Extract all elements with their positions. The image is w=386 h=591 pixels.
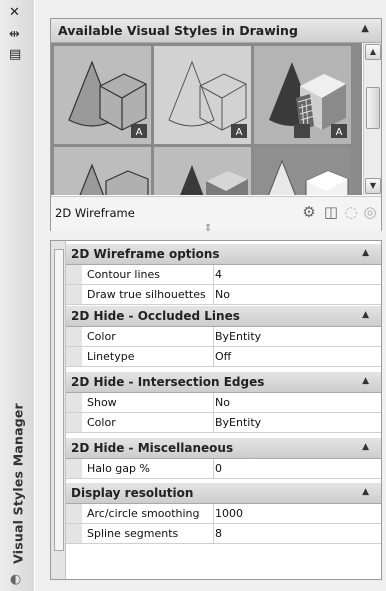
row-gutter	[66, 393, 82, 412]
property-label: Arc/circle smoothing	[83, 504, 214, 523]
row-gutter	[66, 459, 82, 478]
scroll-down-button[interactable]: ▼	[365, 178, 381, 194]
property-label: Draw true silhouettes	[83, 285, 214, 304]
property-value[interactable]: Off	[215, 347, 231, 366]
palette-title-bar: ✕ ⇹ ▤ Visual Styles Manager ◐	[0, 0, 35, 591]
property-label: Linetype	[83, 347, 214, 366]
splitter-handle-icon[interactable]: ⇕	[204, 223, 212, 234]
section-title: 2D Hide - Occluded Lines	[71, 309, 240, 323]
style-thumbnail-realistic[interactable]	[154, 147, 251, 195]
row-gutter	[66, 347, 82, 366]
section-2d-hide-intersection-edges[interactable]: 2D Hide - Intersection Edges ▲	[66, 372, 381, 393]
thumbnail-badge: A	[136, 127, 143, 138]
create-style-icon[interactable]: ⚙	[300, 203, 318, 221]
property-label: Halo gap %	[83, 459, 214, 478]
available-styles-panel: Available Visual Styles in Drawing ▲ A A…	[50, 18, 382, 231]
thumbnail-badge: A	[236, 127, 243, 138]
property-value[interactable]: 0	[215, 459, 222, 478]
thumbnails-scrollbar[interactable]: ▲ ▼	[363, 43, 381, 195]
properties-scrollbar[interactable]	[54, 249, 64, 551]
row-gutter	[66, 285, 82, 304]
property-row[interactable]: Show No	[66, 393, 381, 413]
available-styles-title: Available Visual Styles in Drawing	[58, 23, 298, 38]
collapse-icon[interactable]: ▲	[362, 376, 369, 386]
style-thumbnail-2d-wireframe[interactable]: A	[54, 46, 151, 144]
property-row[interactable]: Color ByEntity	[66, 413, 381, 433]
section-title: Display resolution	[71, 486, 194, 500]
property-row[interactable]: Linetype Off	[66, 347, 381, 367]
property-row[interactable]: Color ByEntity	[66, 327, 381, 347]
section-2d-wireframe-options[interactable]: 2D Wireframe options ▲	[66, 244, 381, 265]
style-thumbnail-shaded[interactable]: A	[254, 46, 351, 144]
property-label: Color	[83, 327, 214, 346]
collapse-icon[interactable]: ▲	[362, 442, 369, 452]
property-value[interactable]: ByEntity	[215, 327, 261, 346]
style-thumbnail-hidden[interactable]	[54, 147, 151, 195]
scroll-thumb[interactable]	[366, 87, 380, 129]
thumbnail-badge: A	[336, 127, 343, 138]
row-gutter	[66, 327, 82, 346]
section-2d-hide-miscellaneous[interactable]: 2D Hide - Miscellaneous ▲	[66, 438, 381, 459]
property-value[interactable]: 4	[215, 265, 222, 284]
style-thumbnail-conceptual[interactable]	[254, 147, 351, 195]
section-display-resolution[interactable]: Display resolution ▲	[66, 483, 381, 504]
palette-title: Visual Styles Manager	[10, 403, 26, 564]
apply-style-icon[interactable]: ◫	[322, 203, 340, 221]
row-gutter	[66, 265, 82, 284]
property-value[interactable]: No	[215, 285, 230, 304]
section-title: 2D Wireframe options	[71, 247, 220, 261]
style-properties-panel: 2D Wireframe options ▲ Contour lines 4 D…	[50, 240, 382, 580]
row-gutter	[66, 524, 82, 543]
collapse-icon[interactable]: ▲	[362, 487, 369, 497]
row-gutter	[66, 413, 82, 432]
collapse-icon[interactable]: ▲	[362, 248, 369, 258]
export-style-icon[interactable]: ◌	[342, 203, 360, 221]
collapse-icon[interactable]: ▲	[361, 23, 369, 34]
palette-options-icon[interactable]: ◐	[10, 572, 21, 587]
property-value[interactable]: 8	[215, 524, 222, 543]
section-title: 2D Hide - Miscellaneous	[71, 441, 234, 455]
current-style-name: 2D Wireframe	[55, 206, 135, 220]
property-value[interactable]: ByEntity	[215, 413, 261, 432]
current-style-bar: 2D Wireframe ⚙ ◫ ◌ ◎	[51, 196, 381, 231]
property-label: Spline segments	[83, 524, 214, 543]
palette-content: Available Visual Styles in Drawing ▲ A A…	[34, 0, 386, 591]
property-label: Color	[83, 413, 214, 432]
delete-style-icon[interactable]: ◎	[361, 203, 379, 221]
property-row[interactable]: Spline segments 8	[66, 524, 381, 544]
property-label: Contour lines	[83, 265, 214, 284]
auto-hide-icon[interactable]: ⇹	[9, 28, 20, 42]
properties-icon[interactable]: ▤	[9, 48, 21, 62]
property-label: Show	[83, 393, 214, 412]
property-row[interactable]: Contour lines 4	[66, 265, 381, 285]
property-row[interactable]: Halo gap % 0	[66, 459, 381, 479]
row-gutter	[66, 504, 82, 523]
property-value[interactable]: 1000	[215, 504, 243, 523]
property-value[interactable]: No	[215, 393, 230, 412]
property-row[interactable]: Draw true silhouettes No	[66, 285, 381, 305]
available-styles-header[interactable]: Available Visual Styles in Drawing ▲	[51, 19, 381, 43]
close-icon[interactable]: ✕	[9, 6, 20, 20]
style-thumbnails-grid: A A A	[51, 43, 362, 195]
collapse-icon[interactable]: ▲	[362, 310, 369, 320]
scroll-up-button[interactable]: ▲	[365, 44, 381, 60]
style-thumbnail-wireframe[interactable]: A	[154, 46, 251, 144]
section-title: 2D Hide - Intersection Edges	[71, 375, 265, 389]
property-row[interactable]: Arc/circle smoothing 1000	[66, 504, 381, 524]
section-2d-hide-occluded-lines[interactable]: 2D Hide - Occluded Lines ▲	[66, 306, 381, 327]
